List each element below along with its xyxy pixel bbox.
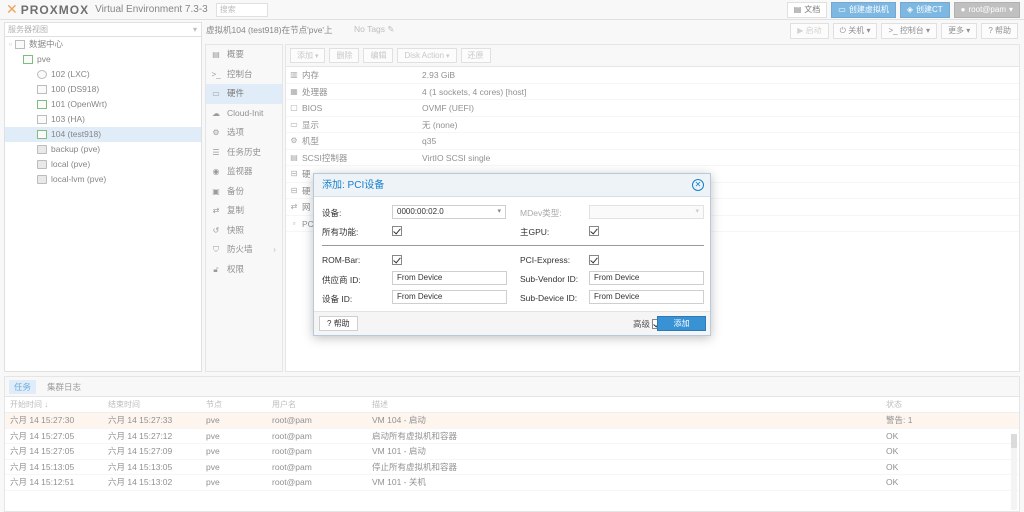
vendor-id-label: 供应商 ID: — [322, 275, 361, 285]
help-icon: ? — [327, 319, 332, 328]
add-pci-device-dialog: 添加: PCI设备 ✕ 设备: 0000:00:02.0 ▾ MDev类型: ▾ 所… — [313, 173, 711, 336]
rom-bar-label: ROM-Bar: — [322, 255, 361, 265]
vendor-id-input[interactable]: From Device — [392, 271, 507, 285]
add-button[interactable]: 添加 — [657, 316, 706, 331]
dialog-help-button[interactable]: ? 帮助 — [319, 316, 358, 331]
dialog-title: 添加: PCI设备 ✕ — [314, 174, 710, 197]
primary-gpu-checkbox[interactable] — [589, 226, 599, 236]
chevron-down-icon: ▾ — [497, 208, 501, 215]
all-functions-label: 所有功能: — [322, 227, 359, 237]
all-functions-checkbox[interactable] — [392, 226, 402, 236]
device-id-input[interactable]: From Device — [392, 290, 507, 304]
pci-express-checkbox[interactable] — [589, 255, 599, 265]
sub-device-id-input[interactable]: From Device — [589, 290, 704, 304]
sub-vendor-id-input[interactable]: From Device — [589, 271, 704, 285]
close-icon[interactable]: ✕ — [692, 179, 704, 191]
primary-gpu-label: 主GPU: — [520, 227, 550, 237]
device-id-label: 设备 ID: — [322, 294, 353, 304]
dialog-separator — [322, 245, 704, 246]
device-label: 设备: — [322, 208, 342, 218]
advanced-label: 高级 — [632, 319, 650, 329]
chevron-down-icon: ▾ — [695, 208, 699, 215]
device-select[interactable]: 0000:00:02.0 ▾ — [392, 205, 506, 219]
rom-bar-checkbox[interactable] — [392, 255, 402, 265]
sub-device-id-label: Sub-Device ID: — [520, 293, 578, 303]
mdev-type-select[interactable]: ▾ — [589, 205, 704, 219]
dialog-footer: ? 帮助 高级 添加 — [314, 311, 710, 335]
sub-vendor-id-label: Sub-Vendor ID: — [520, 274, 579, 284]
pci-express-label: PCI-Express: — [520, 255, 571, 265]
mdev-type-label: MDev类型: — [520, 208, 562, 218]
